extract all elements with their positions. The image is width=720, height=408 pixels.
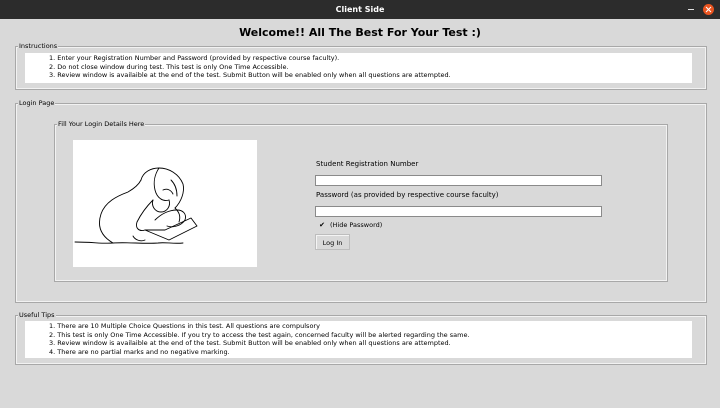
tip-line: 1. There are 10 Multiple Choice Question… bbox=[49, 322, 320, 330]
close-icon[interactable] bbox=[703, 4, 714, 15]
password-input[interactable] bbox=[315, 206, 602, 217]
instruction-line: 2. Do not close window during test. This… bbox=[49, 62, 289, 71]
hide-password-checkbox[interactable]: ✔ bbox=[318, 221, 326, 229]
hide-password-label: (Hide Password) bbox=[330, 221, 383, 229]
window-title: Client Side bbox=[335, 5, 385, 14]
password-label: Password (as provided by respective cour… bbox=[316, 191, 499, 199]
minimize-icon[interactable] bbox=[688, 9, 694, 10]
welcome-heading: Welcome!! All The Best For Your Test :) bbox=[239, 26, 481, 39]
tip-line: 3. Review window is availaible at the en… bbox=[49, 339, 451, 347]
instruction-line: 1. Enter your Registration Number and Pa… bbox=[49, 54, 340, 62]
registration-input[interactable] bbox=[315, 175, 602, 186]
student-illustration bbox=[73, 140, 257, 267]
student-drawing-icon bbox=[74, 167, 198, 244]
instructions-panel: 1. Enter your Registration Number and Pa… bbox=[25, 53, 692, 83]
tips-legend: Useful Tips bbox=[18, 311, 56, 319]
tip-line: 4. There are no partial marks and no neg… bbox=[49, 347, 230, 356]
login-page-legend: Login Page bbox=[18, 99, 56, 107]
registration-label: Student Registration Number bbox=[316, 160, 419, 168]
login-button[interactable]: Log In bbox=[315, 234, 350, 250]
login-details-legend: Fill Your Login Details Here bbox=[57, 120, 146, 128]
instruction-line: 3. Review window is availaible at the en… bbox=[49, 71, 451, 79]
instructions-legend: Instructions bbox=[18, 42, 59, 50]
tips-panel: 1. There are 10 Multiple Choice Question… bbox=[25, 321, 692, 358]
checkmark-icon: ✔ bbox=[319, 221, 325, 229]
tip-line: 2. This test is only One Time Accessible… bbox=[49, 330, 470, 339]
window-titlebar: Client Side bbox=[0, 0, 720, 19]
